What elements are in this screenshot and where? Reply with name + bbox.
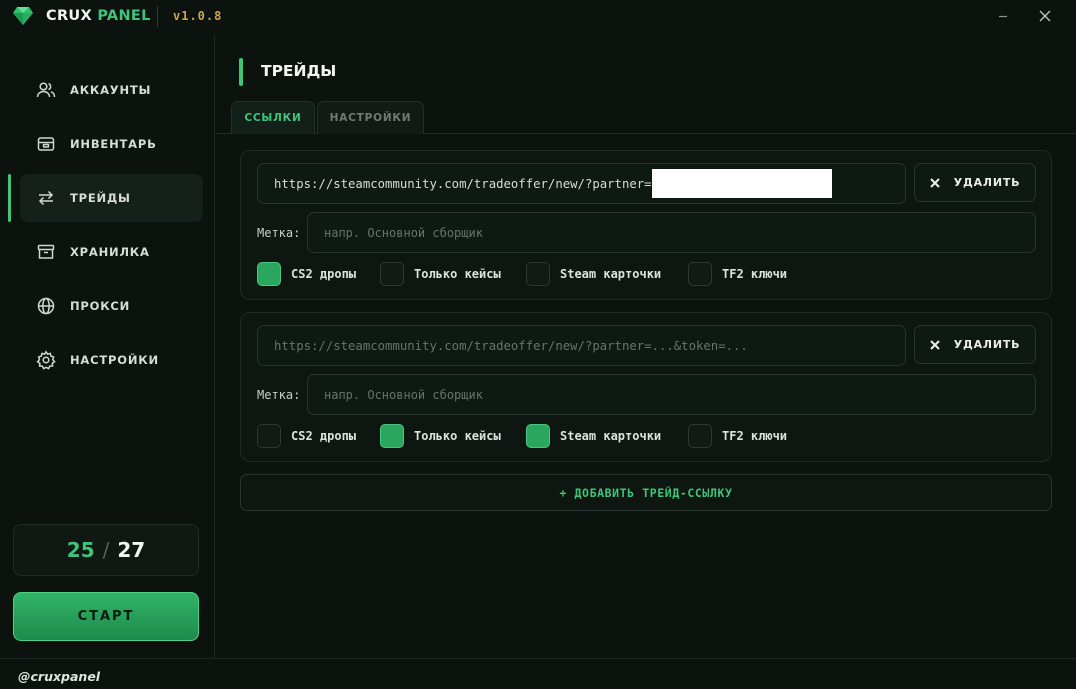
option-cases-only[interactable]: Только кейсы <box>380 262 501 286</box>
option-cs2-drops[interactable]: CS2 дропы <box>257 424 356 448</box>
option-label: CS2 дропы <box>291 429 357 443</box>
account-counter: 25 / 27 <box>13 524 199 576</box>
option-cases-only[interactable]: Только кейсы <box>380 424 501 448</box>
sidebar-item-storage[interactable]: ХРАНИЛКА <box>20 228 203 276</box>
gem-logo-icon <box>13 7 33 25</box>
start-button[interactable]: СТАРТ <box>13 592 199 641</box>
footer-handle[interactable]: @cruxpanel <box>18 669 100 684</box>
trade-link-card: https://steamcommunity.com/tradeoffer/ne… <box>240 312 1052 462</box>
checkbox[interactable] <box>257 262 281 286</box>
active-indicator <box>8 174 11 222</box>
sidebar-item-label: НАСТРОЙКИ <box>70 353 159 367</box>
trade-url-input[interactable]: https://steamcommunity.com/tradeoffer/ne… <box>257 325 906 366</box>
brand-main: CRUX <box>46 8 92 24</box>
checkbox[interactable] <box>380 424 404 448</box>
label-input[interactable]: напр. Основной сборщик <box>307 212 1036 253</box>
page-title-accent <box>239 58 243 86</box>
sidebar-item-trades[interactable]: ТРЕЙДЫ <box>20 174 203 222</box>
close-icon <box>1039 10 1051 22</box>
minimize-button[interactable] <box>991 4 1015 28</box>
users-icon <box>36 80 56 100</box>
sidebar-item-accounts[interactable]: АККАУНТЫ <box>20 66 203 114</box>
checkbox[interactable] <box>526 262 550 286</box>
sidebar-item-inventory[interactable]: ИНВЕНТАРЬ <box>20 120 203 168</box>
gear-icon <box>36 350 56 370</box>
close-icon <box>929 177 940 188</box>
counter-separator: / <box>102 538 110 562</box>
checkbox[interactable] <box>380 262 404 286</box>
option-label: Steam карточки <box>560 429 662 443</box>
checkbox[interactable] <box>526 424 550 448</box>
sidebar-item-proxy[interactable]: ПРОКСИ <box>20 282 203 330</box>
add-trade-link-button[interactable]: + ДОБАВИТЬ ТРЕЙД-ССЫЛКУ <box>240 474 1052 511</box>
counter-total: 27 <box>117 538 146 562</box>
option-label: Steam карточки <box>560 267 662 281</box>
sidebar-item-label: ПРОКСИ <box>70 299 131 313</box>
option-label: TF2 ключи <box>722 267 788 281</box>
trade-url-input[interactable]: https://steamcommunity.com/tradeoffer/ne… <box>257 163 906 204</box>
minimize-icon <box>999 15 1007 18</box>
page-title: ТРЕЙДЫ <box>261 62 337 80</box>
option-label: TF2 ключи <box>722 429 788 443</box>
checkbox[interactable] <box>257 424 281 448</box>
counter-current: 25 <box>66 538 95 562</box>
tab-settings[interactable]: НАСТРОЙКИ <box>317 101 424 134</box>
sidebar-item-label: ИНВЕНТАРЬ <box>70 137 157 151</box>
option-steam-cards[interactable]: Steam карточки <box>526 424 661 448</box>
label-caption: Метка: <box>257 226 301 240</box>
checkbox[interactable] <box>688 262 712 286</box>
delete-label: УДАЛИТЬ <box>953 176 1021 189</box>
delete-label: УДАЛИТЬ <box>953 338 1021 351</box>
trade-url-value: https://steamcommunity.com/tradeoffer/ne… <box>274 176 652 191</box>
sidebar-item-label: АККАУНТЫ <box>70 83 152 97</box>
option-label: Только кейсы <box>414 429 501 443</box>
inventory-icon <box>36 134 56 154</box>
option-tf2-keys[interactable]: TF2 ключи <box>688 424 787 448</box>
app-brand: CRUX PANEL <box>46 8 151 24</box>
option-steam-cards[interactable]: Steam карточки <box>526 262 661 286</box>
sidebar: АККАУНТЫ ИНВЕНТАРЬ ТРЕЙДЫ ХРАНИЛКА ПРОКС… <box>0 34 215 658</box>
option-label: Только кейсы <box>414 267 501 281</box>
checkbox[interactable] <box>688 424 712 448</box>
option-cs2-drops[interactable]: CS2 дропы <box>257 262 356 286</box>
app-version: v1.0.8 <box>173 9 223 23</box>
close-icon <box>929 339 940 350</box>
swap-arrows-icon <box>36 188 56 208</box>
title-bar: CRUX PANEL v1.0.8 <box>0 0 1076 34</box>
brand-accent: PANEL <box>97 8 151 24</box>
sidebar-item-label: ТРЕЙДЫ <box>70 191 131 205</box>
title-divider <box>157 6 158 27</box>
sidebar-item-settings[interactable]: НАСТРОЙКИ <box>20 336 203 384</box>
globe-icon <box>36 296 56 316</box>
redacted-block <box>651 169 832 198</box>
delete-button[interactable]: УДАЛИТЬ <box>914 163 1036 202</box>
delete-button[interactable]: УДАЛИТЬ <box>914 325 1036 364</box>
close-window-button[interactable] <box>1033 4 1057 28</box>
tab-links[interactable]: ССЫЛКИ <box>231 101 315 134</box>
option-tf2-keys[interactable]: TF2 ключи <box>688 262 787 286</box>
sidebar-item-label: ХРАНИЛКА <box>70 245 150 259</box>
footer: @cruxpanel <box>0 658 1076 689</box>
trade-link-card: https://steamcommunity.com/tradeoffer/ne… <box>240 150 1052 300</box>
label-input[interactable]: напр. Основной сборщик <box>307 374 1036 415</box>
option-label: CS2 дропы <box>291 267 357 281</box>
archive-box-icon <box>36 242 56 262</box>
label-caption: Метка: <box>257 388 301 402</box>
